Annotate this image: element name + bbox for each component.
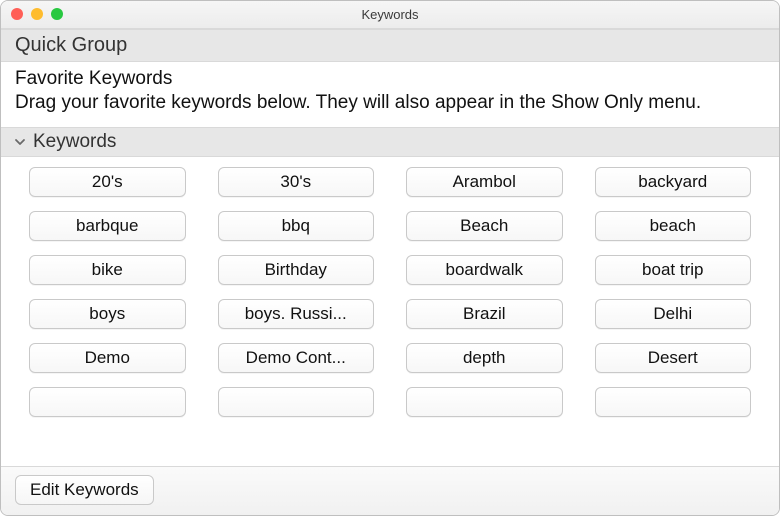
keyword-pill[interactable] [406,387,563,417]
keyword-pill[interactable]: boys. Russi... [218,299,375,329]
edit-keywords-button[interactable]: Edit Keywords [15,475,154,505]
footer: Edit Keywords [1,466,779,515]
keywords-header-label: Keywords [33,131,116,153]
keyword-pill[interactable]: Beach [406,211,563,241]
keyword-pill[interactable] [595,387,752,417]
quick-group-header: Quick Group [1,29,779,62]
keyword-pill[interactable]: depth [406,343,563,373]
keyword-pill[interactable]: Birthday [218,255,375,285]
keyword-pill[interactable]: beach [595,211,752,241]
keyword-pill[interactable]: barbque [29,211,186,241]
close-icon[interactable] [11,8,23,20]
keyword-pill[interactable]: boat trip [595,255,752,285]
keyword-pill[interactable]: backyard [595,167,752,197]
keyword-pill[interactable]: bike [29,255,186,285]
keyword-pill[interactable]: Arambol [406,167,563,197]
keyword-pill[interactable] [218,387,375,417]
keyword-pill[interactable]: Demo [29,343,186,373]
keyword-pill[interactable]: 30's [218,167,375,197]
favorite-keywords-section: Favorite Keywords Drag your favorite key… [1,62,779,127]
zoom-icon[interactable] [51,8,63,20]
keyword-pill[interactable]: boys [29,299,186,329]
favorite-keywords-title: Favorite Keywords [15,68,765,90]
keywords-header[interactable]: Keywords [1,127,779,157]
keyword-pill[interactable]: Brazil [406,299,563,329]
keyword-pill[interactable]: bbq [218,211,375,241]
keyword-pill[interactable]: Demo Cont... [218,343,375,373]
keyword-pill[interactable]: boardwalk [406,255,563,285]
keyword-pill[interactable]: Desert [595,343,752,373]
minimize-icon[interactable] [31,8,43,20]
keywords-grid: 20's 30's Arambol backyard barbque bbq Beach be… [29,167,751,417]
chevron-down-icon[interactable] [13,135,27,149]
titlebar: Keywords [1,1,779,29]
quick-group-label: Quick Group [15,34,127,57]
window-controls [11,8,63,20]
keywords-scroll-area[interactable]: 20's 30's Arambol backyard barbque bbq Beach be… [1,157,779,466]
keyword-pill[interactable]: 20's [29,167,186,197]
favorite-keywords-description: Drag your favorite keywords below. They … [15,91,765,115]
window-title: Keywords [361,7,418,22]
keywords-window: Keywords Quick Group Favorite Keywords D… [0,0,780,516]
keyword-pill[interactable]: Delhi [595,299,752,329]
keyword-pill[interactable] [29,387,186,417]
